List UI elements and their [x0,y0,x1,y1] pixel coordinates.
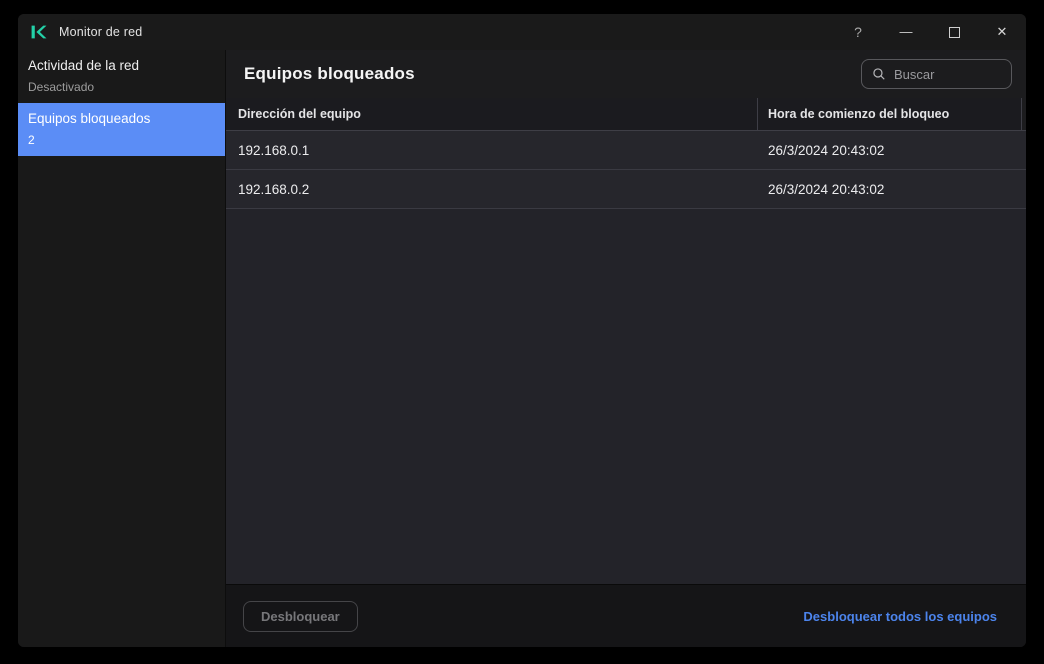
page-title: Equipos bloqueados [244,64,415,84]
search-input[interactable] [894,67,1001,82]
sidebar-item-network-activity[interactable]: Actividad de la red Desactivado [18,50,225,103]
sidebar-item-label: Equipos bloqueados [28,111,215,127]
maximize-button[interactable] [930,14,978,50]
table-row[interactable]: 192.168.0.2 26/3/2024 20:43:02 [226,170,1026,209]
sidebar-item-status: Desactivado [28,80,215,94]
search-icon [872,67,886,81]
search-box[interactable] [861,59,1012,89]
table-row[interactable]: 192.168.0.1 26/3/2024 20:43:02 [226,131,1026,170]
scrollbar-gutter [1022,98,1026,130]
sidebar-item-blocked-computers[interactable]: Equipos bloqueados 2 [18,103,225,156]
sidebar-item-label: Actividad de la red [28,58,215,74]
sidebar: Actividad de la red Desactivado Equipos … [18,50,226,647]
footer-bar: Desbloquear Desbloquear todos los equipo… [226,584,1026,647]
network-monitor-window: Monitor de red ? — ✕ Actividad de la red… [18,14,1026,647]
kaspersky-logo-icon [30,23,47,41]
maximize-icon [949,27,960,38]
help-button[interactable]: ? [834,14,882,50]
main-header: Equipos bloqueados [226,50,1026,98]
close-button[interactable]: ✕ [978,14,1026,50]
close-icon: ✕ [997,24,1008,40]
address-cell: 192.168.0.1 [226,143,757,158]
minimize-icon: — [900,28,913,36]
sidebar-item-count: 2 [28,133,215,147]
address-cell: 192.168.0.2 [226,182,757,197]
block-time-cell: 26/3/2024 20:43:02 [757,182,1026,197]
column-header-block-start-time[interactable]: Hora de comienzo del bloqueo [757,98,1022,130]
table-header: Dirección del equipo Hora de comienzo de… [226,98,1026,131]
block-time-cell: 26/3/2024 20:43:02 [757,143,1026,158]
window-title: Monitor de red [59,25,142,39]
title-bar: Monitor de red ? — ✕ [18,14,1026,50]
blocked-computers-table: 192.168.0.1 26/3/2024 20:43:02 192.168.0… [226,131,1026,584]
help-icon: ? [854,24,862,40]
window-controls: ? — ✕ [834,14,1026,50]
main-panel: Equipos bloqueados Dirección del equipo … [226,50,1026,647]
unblock-all-link[interactable]: Desbloquear todos los equipos [803,609,997,624]
minimize-button[interactable]: — [882,14,930,50]
unblock-button[interactable]: Desbloquear [243,601,358,632]
column-header-address[interactable]: Dirección del equipo [226,98,757,130]
window-body: Actividad de la red Desactivado Equipos … [18,50,1026,647]
